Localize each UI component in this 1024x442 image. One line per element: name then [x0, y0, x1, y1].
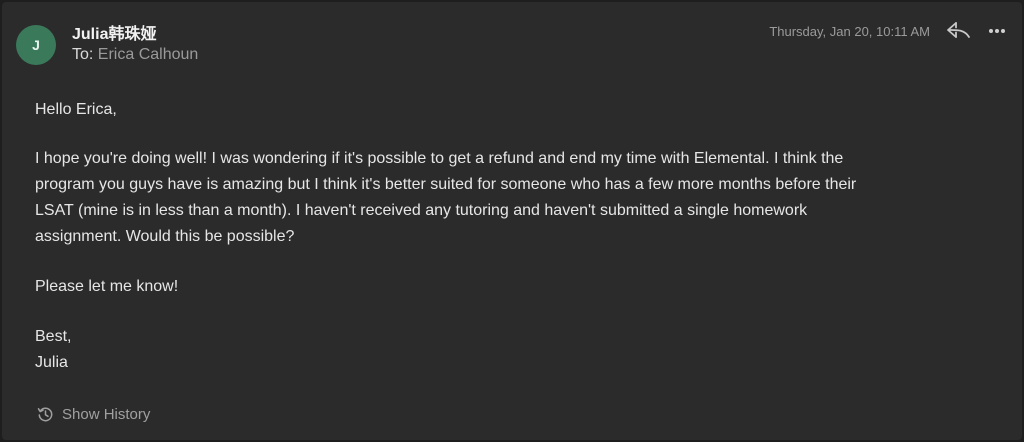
recipient-name[interactable]: Erica Calhoun — [98, 46, 199, 63]
avatar-initial: J — [32, 37, 40, 53]
message-date: Thursday, Jan 20, 10:11 AM — [769, 24, 930, 39]
message-paragraph: I hope you're doing well! I was wonderin… — [35, 146, 995, 250]
request-line: Please let me know! — [35, 278, 179, 295]
recipient-line: To: Erica Calhoun — [72, 46, 198, 64]
sender-name[interactable]: Julia韩珠娅 — [72, 20, 156, 44]
paragraph-line: LSAT (mine is in less than a month). I h… — [35, 202, 808, 219]
email-message-view: J Julia韩珠娅 To: Erica Calhoun Thursday, J… — [2, 2, 1022, 440]
signature: Julia — [35, 354, 68, 371]
greeting: Hello Erica, — [35, 101, 117, 118]
message-body: Hello Erica, I hope you're doing well! I… — [35, 97, 995, 376]
avatar: J — [16, 25, 56, 65]
reply-icon — [947, 22, 970, 38]
to-label: To: — [72, 46, 94, 63]
paragraph-line: assignment. Would this be possible? — [35, 228, 295, 245]
reply-button[interactable] — [944, 18, 974, 44]
paragraph-line: I hope you're doing well! I was wonderin… — [35, 150, 844, 167]
show-history-button[interactable]: Show History — [37, 406, 150, 423]
history-icon — [37, 407, 53, 422]
signoff: Best, Julia — [35, 324, 995, 376]
more-options-button[interactable] — [986, 20, 1008, 42]
show-history-label: Show History — [62, 406, 151, 423]
closing: Best, — [35, 328, 72, 345]
paragraph-line: program you guys have is amazing but I t… — [35, 176, 857, 193]
more-icon — [989, 29, 1005, 33]
